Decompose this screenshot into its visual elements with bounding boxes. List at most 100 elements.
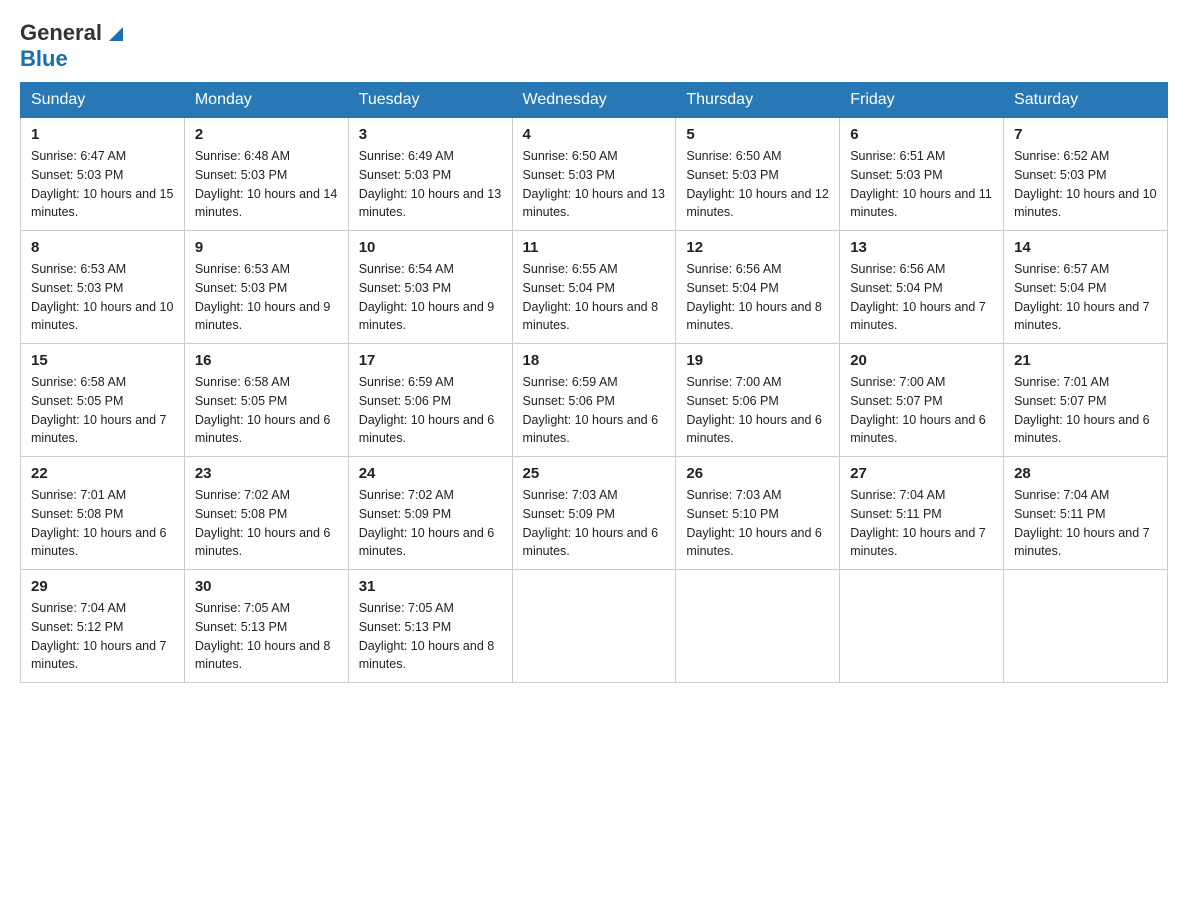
calendar-cell: 15 Sunrise: 6:58 AMSunset: 5:05 PMDaylig… — [21, 344, 185, 457]
calendar-cell: 14 Sunrise: 6:57 AMSunset: 5:04 PMDaylig… — [1004, 231, 1168, 344]
header-monday: Monday — [184, 83, 348, 118]
day-info: Sunrise: 6:58 AMSunset: 5:05 PMDaylight:… — [195, 375, 331, 445]
calendar-cell: 1 Sunrise: 6:47 AMSunset: 5:03 PMDayligh… — [21, 118, 185, 231]
day-number: 29 — [31, 578, 174, 595]
calendar-cell: 27 Sunrise: 7:04 AMSunset: 5:11 PMDaylig… — [840, 457, 1004, 570]
day-number: 2 — [195, 126, 338, 143]
header-friday: Friday — [840, 83, 1004, 118]
calendar-cell — [512, 570, 676, 683]
day-number: 22 — [31, 465, 174, 482]
day-info: Sunrise: 6:51 AMSunset: 5:03 PMDaylight:… — [850, 149, 992, 219]
weekday-header-row: SundayMondayTuesdayWednesdayThursdayFrid… — [21, 83, 1168, 118]
day-number: 20 — [850, 352, 993, 369]
day-number: 15 — [31, 352, 174, 369]
calendar-cell: 9 Sunrise: 6:53 AMSunset: 5:03 PMDayligh… — [184, 231, 348, 344]
day-info: Sunrise: 6:56 AMSunset: 5:04 PMDaylight:… — [850, 262, 986, 332]
calendar-cell — [1004, 570, 1168, 683]
week-row-3: 15 Sunrise: 6:58 AMSunset: 5:05 PMDaylig… — [21, 344, 1168, 457]
day-info: Sunrise: 6:53 AMSunset: 5:03 PMDaylight:… — [195, 262, 331, 332]
calendar-cell: 3 Sunrise: 6:49 AMSunset: 5:03 PMDayligh… — [348, 118, 512, 231]
calendar-cell — [676, 570, 840, 683]
calendar-cell: 7 Sunrise: 6:52 AMSunset: 5:03 PMDayligh… — [1004, 118, 1168, 231]
day-number: 8 — [31, 239, 174, 256]
calendar-cell: 18 Sunrise: 6:59 AMSunset: 5:06 PMDaylig… — [512, 344, 676, 457]
day-number: 1 — [31, 126, 174, 143]
calendar-cell: 19 Sunrise: 7:00 AMSunset: 5:06 PMDaylig… — [676, 344, 840, 457]
day-number: 30 — [195, 578, 338, 595]
day-info: Sunrise: 6:53 AMSunset: 5:03 PMDaylight:… — [31, 262, 173, 332]
day-info: Sunrise: 6:57 AMSunset: 5:04 PMDaylight:… — [1014, 262, 1150, 332]
day-number: 25 — [523, 465, 666, 482]
day-info: Sunrise: 6:52 AMSunset: 5:03 PMDaylight:… — [1014, 149, 1156, 219]
day-number: 26 — [686, 465, 829, 482]
day-info: Sunrise: 6:55 AMSunset: 5:04 PMDaylight:… — [523, 262, 659, 332]
week-row-5: 29 Sunrise: 7:04 AMSunset: 5:12 PMDaylig… — [21, 570, 1168, 683]
day-number: 6 — [850, 126, 993, 143]
calendar-cell: 24 Sunrise: 7:02 AMSunset: 5:09 PMDaylig… — [348, 457, 512, 570]
day-number: 19 — [686, 352, 829, 369]
calendar-cell: 8 Sunrise: 6:53 AMSunset: 5:03 PMDayligh… — [21, 231, 185, 344]
day-number: 13 — [850, 239, 993, 256]
day-info: Sunrise: 6:49 AMSunset: 5:03 PMDaylight:… — [359, 149, 501, 219]
logo-general-text: General — [20, 20, 102, 46]
day-number: 9 — [195, 239, 338, 256]
day-number: 23 — [195, 465, 338, 482]
day-number: 17 — [359, 352, 502, 369]
calendar-cell: 2 Sunrise: 6:48 AMSunset: 5:03 PMDayligh… — [184, 118, 348, 231]
day-info: Sunrise: 7:04 AMSunset: 5:12 PMDaylight:… — [31, 601, 167, 671]
calendar-cell: 5 Sunrise: 6:50 AMSunset: 5:03 PMDayligh… — [676, 118, 840, 231]
day-number: 18 — [523, 352, 666, 369]
day-number: 27 — [850, 465, 993, 482]
calendar-cell: 11 Sunrise: 6:55 AMSunset: 5:04 PMDaylig… — [512, 231, 676, 344]
calendar-cell: 12 Sunrise: 6:56 AMSunset: 5:04 PMDaylig… — [676, 231, 840, 344]
day-info: Sunrise: 7:04 AMSunset: 5:11 PMDaylight:… — [1014, 488, 1150, 558]
calendar-cell: 17 Sunrise: 6:59 AMSunset: 5:06 PMDaylig… — [348, 344, 512, 457]
day-number: 10 — [359, 239, 502, 256]
calendar-cell: 30 Sunrise: 7:05 AMSunset: 5:13 PMDaylig… — [184, 570, 348, 683]
day-info: Sunrise: 6:59 AMSunset: 5:06 PMDaylight:… — [523, 375, 659, 445]
day-info: Sunrise: 6:50 AMSunset: 5:03 PMDaylight:… — [686, 149, 828, 219]
day-number: 11 — [523, 239, 666, 256]
day-info: Sunrise: 6:48 AMSunset: 5:03 PMDaylight:… — [195, 149, 337, 219]
day-info: Sunrise: 7:02 AMSunset: 5:08 PMDaylight:… — [195, 488, 331, 558]
day-info: Sunrise: 6:54 AMSunset: 5:03 PMDaylight:… — [359, 262, 495, 332]
day-info: Sunrise: 6:56 AMSunset: 5:04 PMDaylight:… — [686, 262, 822, 332]
calendar-cell: 26 Sunrise: 7:03 AMSunset: 5:10 PMDaylig… — [676, 457, 840, 570]
day-info: Sunrise: 7:03 AMSunset: 5:09 PMDaylight:… — [523, 488, 659, 558]
calendar-table: SundayMondayTuesdayWednesdayThursdayFrid… — [20, 82, 1168, 683]
day-number: 28 — [1014, 465, 1157, 482]
day-number: 24 — [359, 465, 502, 482]
day-number: 16 — [195, 352, 338, 369]
calendar-cell: 28 Sunrise: 7:04 AMSunset: 5:11 PMDaylig… — [1004, 457, 1168, 570]
week-row-1: 1 Sunrise: 6:47 AMSunset: 5:03 PMDayligh… — [21, 118, 1168, 231]
calendar-cell: 20 Sunrise: 7:00 AMSunset: 5:07 PMDaylig… — [840, 344, 1004, 457]
logo-triangle-icon — [105, 23, 127, 45]
day-info: Sunrise: 7:05 AMSunset: 5:13 PMDaylight:… — [359, 601, 495, 671]
header-wednesday: Wednesday — [512, 83, 676, 118]
calendar-cell: 13 Sunrise: 6:56 AMSunset: 5:04 PMDaylig… — [840, 231, 1004, 344]
day-info: Sunrise: 7:00 AMSunset: 5:06 PMDaylight:… — [686, 375, 822, 445]
day-info: Sunrise: 6:59 AMSunset: 5:06 PMDaylight:… — [359, 375, 495, 445]
header-tuesday: Tuesday — [348, 83, 512, 118]
calendar-cell: 21 Sunrise: 7:01 AMSunset: 5:07 PMDaylig… — [1004, 344, 1168, 457]
calendar-cell: 31 Sunrise: 7:05 AMSunset: 5:13 PMDaylig… — [348, 570, 512, 683]
header-thursday: Thursday — [676, 83, 840, 118]
day-info: Sunrise: 7:05 AMSunset: 5:13 PMDaylight:… — [195, 601, 331, 671]
day-info: Sunrise: 7:03 AMSunset: 5:10 PMDaylight:… — [686, 488, 822, 558]
week-row-4: 22 Sunrise: 7:01 AMSunset: 5:08 PMDaylig… — [21, 457, 1168, 570]
day-info: Sunrise: 7:04 AMSunset: 5:11 PMDaylight:… — [850, 488, 986, 558]
week-row-2: 8 Sunrise: 6:53 AMSunset: 5:03 PMDayligh… — [21, 231, 1168, 344]
calendar-cell — [840, 570, 1004, 683]
day-number: 5 — [686, 126, 829, 143]
day-info: Sunrise: 6:47 AMSunset: 5:03 PMDaylight:… — [31, 149, 173, 219]
day-info: Sunrise: 7:00 AMSunset: 5:07 PMDaylight:… — [850, 375, 986, 445]
day-info: Sunrise: 6:50 AMSunset: 5:03 PMDaylight:… — [523, 149, 665, 219]
day-number: 14 — [1014, 239, 1157, 256]
calendar-cell: 25 Sunrise: 7:03 AMSunset: 5:09 PMDaylig… — [512, 457, 676, 570]
header-saturday: Saturday — [1004, 83, 1168, 118]
logo-blue-text: Blue — [20, 46, 68, 72]
header-sunday: Sunday — [21, 83, 185, 118]
day-number: 12 — [686, 239, 829, 256]
day-number: 4 — [523, 126, 666, 143]
calendar-cell: 6 Sunrise: 6:51 AMSunset: 5:03 PMDayligh… — [840, 118, 1004, 231]
